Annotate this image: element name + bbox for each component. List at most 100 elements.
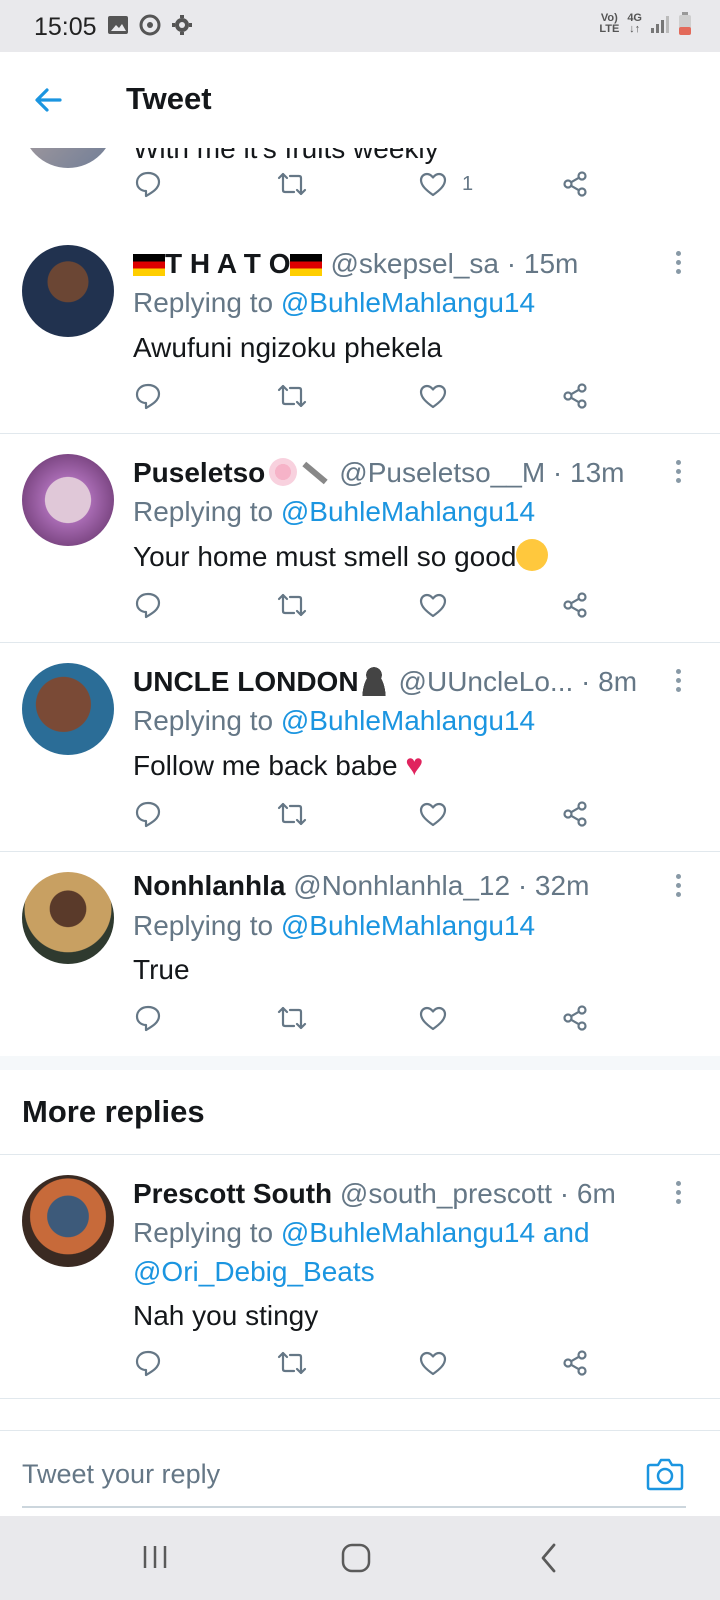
reply-icon [135, 1350, 161, 1377]
like-button[interactable] [418, 1349, 448, 1377]
avatar[interactable] [22, 1175, 114, 1267]
reply-button[interactable] [134, 1349, 162, 1377]
share-button[interactable] [561, 800, 589, 828]
more-options-icon[interactable] [676, 460, 682, 487]
tweet-item[interactable]: Prescott South @south_prescott · 6m Repl… [0, 1155, 720, 1399]
red-heart-emoji: ♥ [405, 749, 424, 782]
avatar[interactable] [22, 454, 114, 546]
share-button[interactable] [561, 591, 589, 619]
home-icon[interactable] [340, 1542, 372, 1574]
bust-silhouette-emoji [358, 666, 389, 696]
reply-button[interactable] [134, 170, 162, 198]
like-icon [419, 172, 447, 197]
user-handle[interactable]: @Puseletso__M [339, 457, 545, 488]
mention-link[interactable]: @BuhleMahlangu14 [281, 1217, 535, 1248]
share-button[interactable] [561, 1349, 589, 1377]
like-icon [419, 593, 447, 618]
avatar[interactable] [22, 148, 114, 168]
user-handle[interactable]: @skepsel_sa [330, 248, 499, 279]
more-options-icon[interactable] [676, 251, 682, 278]
retweet-icon [277, 802, 307, 826]
tweet-header: Prescott South @south_prescott · 6m [133, 1177, 616, 1211]
camera-icon[interactable] [646, 1457, 684, 1491]
like-count: 1 [462, 172, 474, 195]
user-handle[interactable]: @Nonhlanhla_12 [293, 870, 510, 901]
like-button[interactable] [418, 382, 448, 410]
reply-icon [135, 171, 161, 198]
display-name[interactable]: T H A T O [165, 248, 290, 279]
user-handle[interactable]: @UUncleLo... [399, 666, 574, 697]
sync-icon [139, 14, 161, 36]
flag-emoji [133, 254, 165, 276]
retweet-button[interactable] [276, 800, 308, 828]
tweet-text: Awufuni ngizoku phekela [133, 332, 443, 363]
reply-list[interactable]: With me it's fruits weekly 1 T H A T O @s… [0, 148, 720, 1430]
like-button[interactable] [418, 800, 448, 828]
reply-button[interactable] [134, 800, 162, 828]
mention-link[interactable]: @Ori_Debig_Beats [133, 1256, 375, 1287]
like-button[interactable] [418, 591, 448, 619]
mention-link[interactable]: @BuhleMahlangu14 [281, 705, 535, 736]
app-bar: Tweet [0, 52, 720, 149]
tweet-item[interactable]: T H A T O @skepsel_sa · 15m Replying to @… [0, 225, 720, 434]
share-button[interactable] [561, 382, 589, 410]
tweet-text: Follow me back babe ♥ [133, 749, 424, 782]
like-button[interactable]: 1 [418, 170, 473, 198]
display-name[interactable]: Puseletso [133, 457, 265, 488]
user-handle[interactable]: @south_prescott [340, 1178, 552, 1209]
reply-icon [135, 801, 161, 828]
retweet-button[interactable] [276, 1349, 308, 1377]
knife-emoji [302, 461, 328, 485]
reply-icon [135, 592, 161, 619]
tweet-actions: 1 [0, 170, 720, 210]
like-icon [419, 1351, 447, 1376]
retweet-button[interactable] [276, 170, 308, 198]
more-options-icon[interactable] [676, 1181, 682, 1208]
retweet-button[interactable] [276, 591, 308, 619]
reply-icon [135, 383, 161, 410]
gallery-icon [108, 16, 128, 34]
reply-button[interactable] [134, 382, 162, 410]
tweet-item[interactable]: Nonhlanhla @Nonhlanhla_12 · 32m Replying… [0, 852, 720, 1057]
back-arrow-icon[interactable] [30, 82, 66, 118]
tweet-text: Your home must smell so good [133, 538, 549, 576]
share-button[interactable] [561, 1004, 589, 1032]
reply-button[interactable] [134, 591, 162, 619]
share-button[interactable] [561, 170, 589, 198]
avatar[interactable] [22, 663, 114, 755]
reply-icon [135, 1005, 161, 1032]
reply-input[interactable]: Tweet your reply [22, 1459, 220, 1490]
status-bar: 15:05 Vo) LTE 4G ↓↑ [0, 0, 720, 52]
like-button[interactable] [418, 1004, 448, 1032]
tweet-time: · 8m [581, 666, 638, 697]
mention-link[interactable]: @BuhleMahlangu14 [281, 910, 535, 941]
avatar[interactable] [22, 872, 114, 964]
section-divider [0, 1056, 720, 1070]
tweet-text: Nah you stingy [133, 1300, 319, 1331]
tweet-item[interactable]: UNCLE LONDON @UUncleLo... · 8m Replying t… [0, 643, 720, 852]
more-options-icon[interactable] [676, 669, 682, 696]
display-name[interactable]: UNCLE LONDON [133, 666, 359, 697]
page-title: Tweet [126, 81, 212, 116]
reply-composer[interactable]: Tweet your reply [0, 1430, 720, 1517]
tweet-actions [0, 1004, 720, 1044]
tweet-header: Puseletso @Puseletso__M · 13m [133, 456, 625, 490]
system-nav-bar [0, 1516, 720, 1600]
avatar[interactable] [22, 245, 114, 337]
replying-to: Replying to @BuhleMahlangu14 and [133, 1217, 590, 1248]
replying-to-continued: @Ori_Debig_Beats [133, 1253, 375, 1291]
share-icon [563, 1005, 587, 1031]
recent-apps-icon[interactable] [140, 1542, 170, 1572]
reply-button[interactable] [134, 1004, 162, 1032]
display-name[interactable]: Prescott South [133, 1178, 332, 1209]
more-options-icon[interactable] [676, 874, 682, 901]
mention-link[interactable]: @BuhleMahlangu14 [281, 496, 535, 527]
tweet-item[interactable]: Puseletso @Puseletso__M · 13m Replying to… [0, 434, 720, 643]
retweet-button[interactable] [276, 382, 308, 410]
retweet-button[interactable] [276, 1004, 308, 1032]
retweet-icon [277, 172, 307, 196]
mention-link[interactable]: @BuhleMahlangu14 [281, 287, 535, 318]
display-name[interactable]: Nonhlanhla [133, 870, 285, 901]
back-nav-icon[interactable] [538, 1542, 560, 1574]
tweet-partial[interactable]: With me it's fruits weekly 1 [0, 148, 720, 226]
